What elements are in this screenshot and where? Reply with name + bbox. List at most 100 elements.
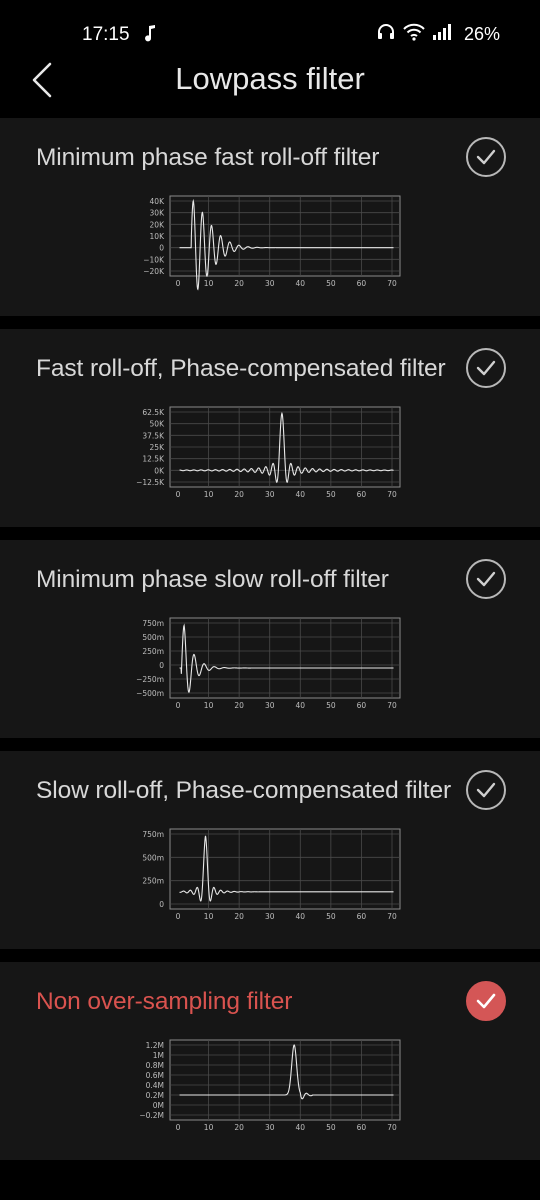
x-tick-label: 30 xyxy=(265,1123,275,1132)
x-tick-label: 70 xyxy=(387,912,397,921)
y-tick-label: 62.5K xyxy=(142,408,165,417)
x-tick-label: 70 xyxy=(387,490,397,499)
x-tick-label: 60 xyxy=(357,1123,367,1132)
y-tick-label: −500m xyxy=(136,689,164,698)
filter-option-label: Fast roll-off, Phase-compensated filter xyxy=(36,355,446,382)
y-tick-label: 0 xyxy=(159,244,164,253)
x-tick-label: 40 xyxy=(296,912,306,921)
header: Lowpass filter xyxy=(0,46,540,116)
check-icon xyxy=(466,981,506,1021)
y-tick-label: 250m xyxy=(142,877,164,886)
x-tick-label: 10 xyxy=(204,912,214,921)
impulse-response-chart: 0 10 20 30 40 50 60 70 1.2M1M0.8M0.6M0.4M0.2M0M−… xyxy=(139,1039,401,1132)
y-tick-label: 50K xyxy=(150,420,166,429)
x-tick-label: 50 xyxy=(326,701,336,710)
check-icon xyxy=(466,770,506,810)
impulse-response-chart: 0 10 20 30 40 50 60 70 40K 30K 20K 10K 0 −10K −20K xyxy=(143,195,401,291)
filter-option-slow-phase-compensated[interactable]: Slow roll-off, Phase-compensated filter … xyxy=(0,751,540,949)
status-icons: 26% xyxy=(376,22,500,47)
y-tick-label: 20K xyxy=(150,220,166,229)
y-tick-label: 12.5K xyxy=(142,455,165,464)
check-icon xyxy=(466,137,506,177)
y-tick-label: 0.4M xyxy=(146,1081,164,1090)
y-tick-label: 1M xyxy=(153,1051,164,1060)
y-tick-label: 0 xyxy=(159,661,164,670)
x-tick-label: 40 xyxy=(296,490,306,499)
impulse-response-chart: 0 10 20 30 40 50 60 70 750m 500m 250m 0 −250m −500m xyxy=(136,617,401,710)
battery-level: 26% xyxy=(463,24,500,44)
x-tick-label: 60 xyxy=(357,279,367,288)
filter-option-fast-phase-compensated[interactable]: Fast roll-off, Phase-compensated filter … xyxy=(0,329,540,527)
x-tick-label: 10 xyxy=(204,701,214,710)
y-tick-label: 0 xyxy=(159,900,164,909)
x-tick-label: 20 xyxy=(234,701,244,710)
y-tick-label: −10K xyxy=(143,255,165,264)
filter-option-label: Slow roll-off, Phase-compensated filter xyxy=(36,777,452,804)
x-tick-label: 0 xyxy=(176,701,181,710)
filter-option-label: Minimum phase fast roll-off filter xyxy=(36,144,380,171)
status-time: 17:15 xyxy=(82,24,130,45)
wifi-icon xyxy=(402,22,426,47)
x-tick-label: 60 xyxy=(357,490,367,499)
y-tick-label: −12.5K xyxy=(136,478,165,487)
x-tick-label: 50 xyxy=(326,490,336,499)
x-tick-label: 0 xyxy=(176,279,181,288)
y-tick-label: 500m xyxy=(142,853,164,862)
x-tick-label: 40 xyxy=(296,1123,306,1132)
x-tick-label: 70 xyxy=(387,1123,397,1132)
y-tick-label: 750m xyxy=(142,619,164,628)
x-tick-label: 70 xyxy=(387,279,397,288)
plot-frame xyxy=(169,1039,401,1121)
check-icon xyxy=(466,559,506,599)
y-tick-label: 0.2M xyxy=(146,1091,164,1100)
y-tick-label: 30K xyxy=(150,209,166,218)
x-tick-label: 50 xyxy=(326,279,336,288)
x-tick-label: 40 xyxy=(296,701,306,710)
x-tick-label: 30 xyxy=(265,490,275,499)
signal-icon xyxy=(432,23,454,46)
x-tick-label: 10 xyxy=(204,490,214,499)
plot-frame xyxy=(169,617,401,699)
filter-option-minimum-phase-fast[interactable]: Minimum phase fast roll-off filter 0 10 20… xyxy=(0,118,540,316)
y-tick-label: 10K xyxy=(150,232,166,241)
y-tick-label: 25K xyxy=(150,443,166,452)
x-tick-label: 40 xyxy=(296,279,306,288)
filter-option-minimum-phase-slow[interactable]: Minimum phase slow roll-off filter 0 10 20… xyxy=(0,540,540,738)
x-tick-label: 10 xyxy=(204,1123,214,1132)
y-tick-label: 750m xyxy=(142,830,164,839)
music-note-icon xyxy=(144,22,158,49)
page-title: Lowpass filter xyxy=(175,61,365,96)
impulse-response-chart: 0 10 20 30 40 50 60 70 750m 500m 250m 0 xyxy=(142,828,401,921)
filter-option-non-oversampling[interactable]: Non over-sampling filter 0 10 20 30 40 50 60 70… xyxy=(0,962,540,1160)
x-tick-label: 50 xyxy=(326,1123,336,1132)
y-tick-label: 0M xyxy=(153,1101,164,1110)
y-tick-label: −20K xyxy=(143,267,165,276)
y-tick-label: 500m xyxy=(142,633,164,642)
y-tick-label: 37.5K xyxy=(142,431,165,440)
x-tick-label: 0 xyxy=(176,912,181,921)
y-tick-label: 250m xyxy=(142,647,164,656)
headphones-icon xyxy=(376,22,396,47)
x-tick-label: 30 xyxy=(265,912,275,921)
x-tick-label: 20 xyxy=(234,279,244,288)
filter-option-label: Non over-sampling filter xyxy=(36,988,293,1015)
x-tick-label: 60 xyxy=(357,701,367,710)
y-tick-label: −250m xyxy=(136,675,164,684)
y-tick-label: 0K xyxy=(154,466,165,475)
x-tick-label: 70 xyxy=(387,701,397,710)
check-icon xyxy=(466,348,506,388)
y-tick-label: 40K xyxy=(150,197,166,206)
x-tick-label: 20 xyxy=(234,490,244,499)
x-tick-label: 60 xyxy=(357,912,367,921)
y-tick-label: −0.2M xyxy=(139,1111,164,1120)
y-tick-label: 0.6M xyxy=(146,1071,164,1080)
y-tick-label: 0.8M xyxy=(146,1061,164,1070)
y-tick-label: 1.2M xyxy=(146,1041,164,1050)
x-tick-label: 0 xyxy=(176,490,181,499)
impulse-response-chart: 0 10 20 30 40 50 60 70 62.5K 50K 37.5K 25K 12.5K 0K −1… xyxy=(136,406,401,499)
x-tick-label: 30 xyxy=(265,701,275,710)
x-tick-label: 10 xyxy=(204,279,214,288)
x-tick-label: 20 xyxy=(234,912,244,921)
x-tick-label: 30 xyxy=(265,279,275,288)
x-tick-label: 0 xyxy=(176,1123,181,1132)
